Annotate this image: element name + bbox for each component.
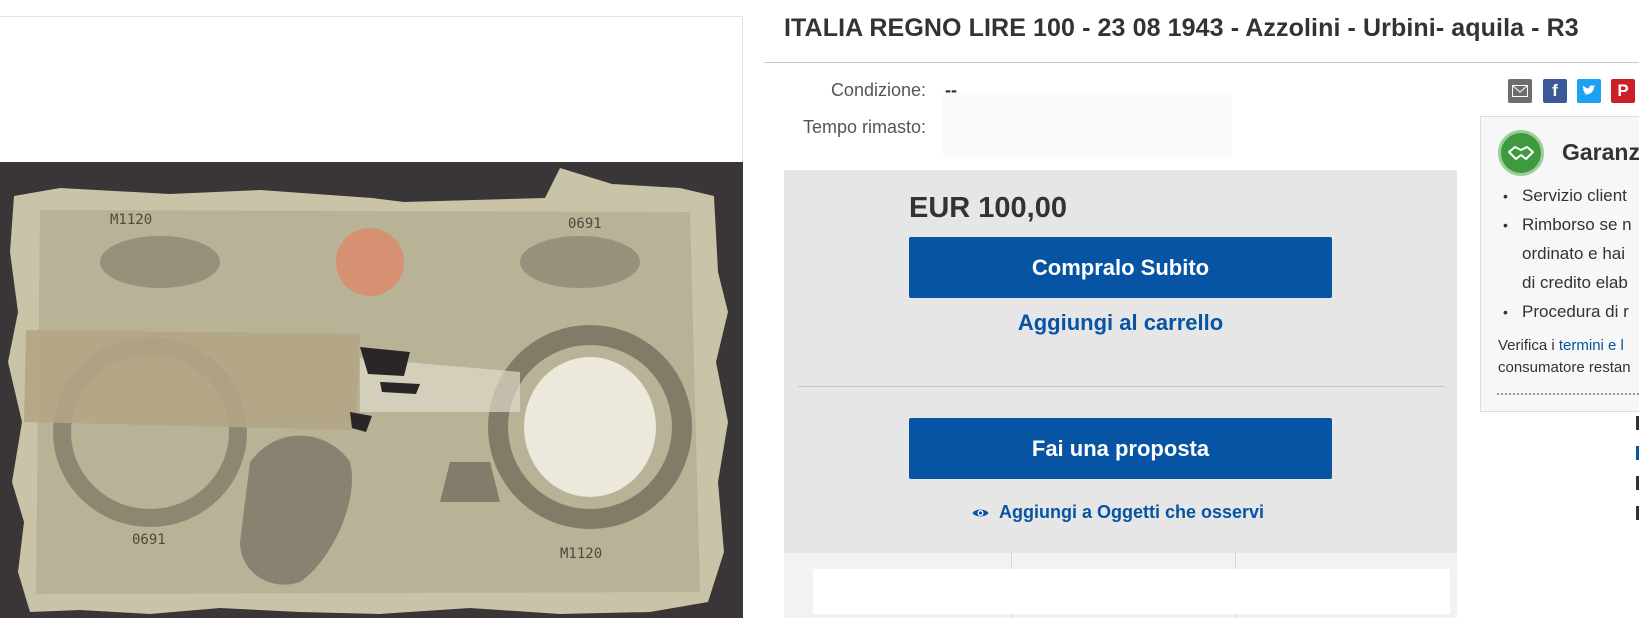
guarantee-note: Verifica i termini e l bbox=[1498, 337, 1624, 354]
banknote-photo[interactable]: M1120 0691 0691 M1120 bbox=[0, 162, 743, 618]
eye-icon bbox=[972, 509, 989, 516]
guarantee-item: Procedura di r bbox=[1522, 302, 1629, 321]
guarantee-item-continued: ordinato e hai bbox=[1522, 244, 1626, 263]
svg-text:M1120: M1120 bbox=[110, 212, 152, 228]
facebook-icon[interactable]: f bbox=[1543, 79, 1567, 103]
bullet: • bbox=[1503, 217, 1508, 233]
handshake-icon bbox=[1498, 130, 1544, 176]
guarantee-divider bbox=[1497, 393, 1639, 395]
right-column-blank bbox=[1467, 412, 1639, 618]
guarantee-title: Garanz bbox=[1562, 139, 1639, 165]
buy-now-button[interactable]: Compralo Subito bbox=[909, 237, 1332, 298]
svg-text:0691: 0691 bbox=[132, 532, 166, 548]
guarantee-item: Rimborso se n bbox=[1522, 215, 1632, 234]
banknote-illustration: M1120 0691 0691 M1120 bbox=[0, 162, 743, 618]
watch-label: Aggiungi a Oggetti che osservi bbox=[999, 502, 1265, 522]
make-offer-button[interactable]: Fai una proposta bbox=[909, 418, 1332, 479]
item-price: EUR 100,00 bbox=[909, 192, 1067, 224]
guarantee-item: Servizio client bbox=[1522, 186, 1627, 205]
svg-text:M1120: M1120 bbox=[560, 546, 602, 562]
guarantee-note-prefix: Verifica i bbox=[1498, 337, 1559, 354]
add-to-watchlist-link[interactable]: Aggiungi a Oggetti che osservi bbox=[972, 502, 1264, 523]
twitter-icon[interactable] bbox=[1577, 79, 1601, 103]
listing-title: ITALIA REGNO LIRE 100 - 23 08 1943 - Azz… bbox=[784, 14, 1579, 42]
buy-box-divider bbox=[798, 386, 1445, 387]
guarantee-note-line2: consumatore restan bbox=[1498, 359, 1631, 376]
image-viewer-top-area bbox=[0, 16, 743, 162]
condition-label: Condizione: bbox=[830, 80, 926, 100]
svg-text:0691: 0691 bbox=[568, 216, 602, 232]
guarantee-item-continued: di credito elab bbox=[1522, 273, 1628, 292]
shipping-info-strip bbox=[813, 569, 1450, 614]
pinterest-icon[interactable]: P bbox=[1611, 79, 1635, 103]
bullet: • bbox=[1503, 304, 1508, 320]
bullet: • bbox=[1503, 188, 1508, 204]
mail-icon[interactable] bbox=[1508, 79, 1532, 103]
time-left-label: Tempo rimasto: bbox=[802, 117, 926, 137]
terms-link[interactable]: termini e l bbox=[1559, 337, 1624, 354]
add-to-cart-link[interactable]: Aggiungi al carrello bbox=[909, 310, 1332, 336]
title-divider bbox=[764, 62, 1639, 63]
time-left-value-box bbox=[943, 93, 1232, 156]
